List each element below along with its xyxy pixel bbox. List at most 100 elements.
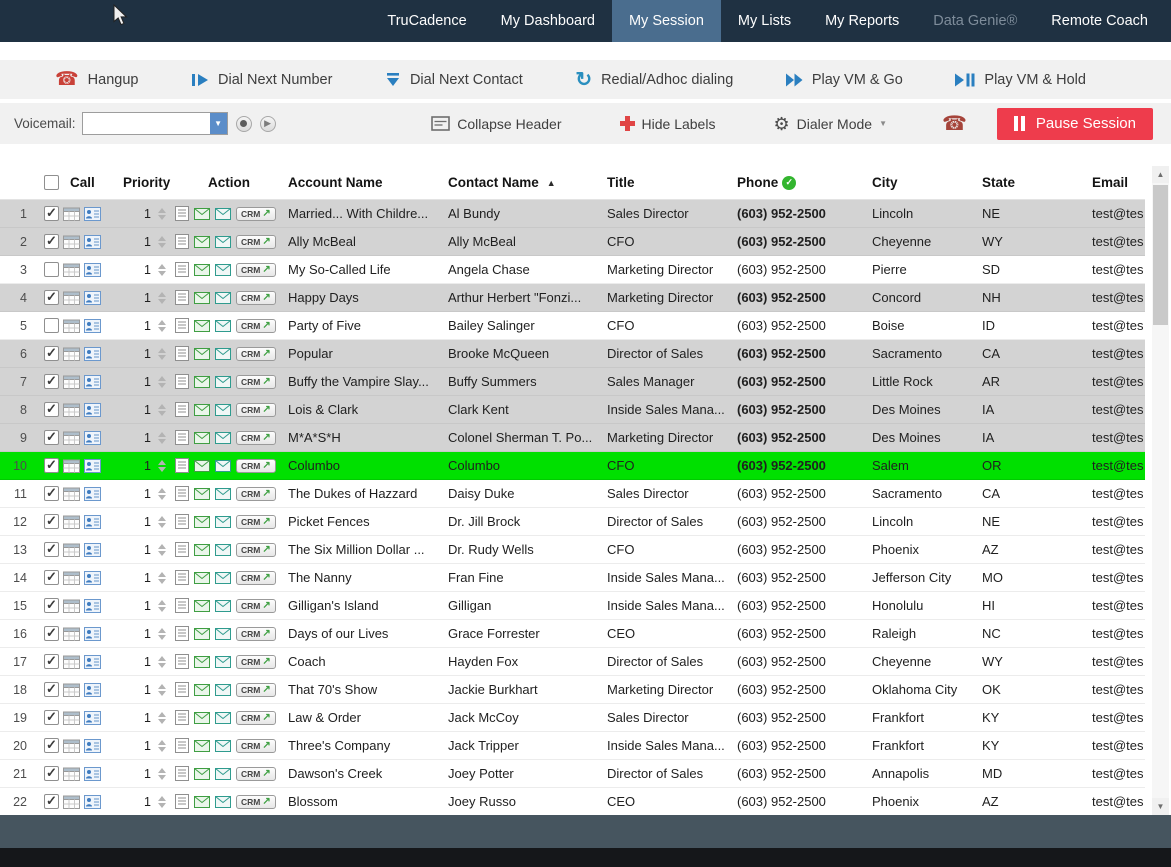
call-checkbox[interactable]: [44, 766, 59, 781]
envelope-icon[interactable]: [215, 348, 231, 360]
envelope-icon[interactable]: [215, 404, 231, 416]
table-row[interactable]: 22 1 CRM ↗: [0, 788, 1145, 815]
notes-icon[interactable]: [175, 430, 189, 445]
email-icon[interactable]: [194, 740, 210, 752]
table-row[interactable]: 8 1 CRM ↗: [0, 396, 1145, 424]
envelope-icon[interactable]: [215, 600, 231, 612]
email-icon[interactable]: [194, 684, 210, 696]
email-icon[interactable]: [194, 264, 210, 276]
email-icon[interactable]: [194, 292, 210, 304]
table-row[interactable]: 5 1 CRM ↗: [0, 312, 1145, 340]
call-checkbox[interactable]: [44, 710, 59, 725]
call-checkbox[interactable]: [44, 374, 59, 389]
contact-card-icon[interactable]: [84, 767, 101, 781]
scroll-up-button[interactable]: ▲: [1152, 166, 1169, 183]
dial-next-number-button[interactable]: Dial Next Number: [191, 72, 332, 88]
call-checkbox[interactable]: [44, 598, 59, 613]
notes-icon[interactable]: [175, 598, 189, 613]
notes-icon[interactable]: [175, 458, 189, 473]
notes-icon[interactable]: [175, 486, 189, 501]
crm-link[interactable]: CRM ↗: [236, 711, 276, 725]
priority-spinner[interactable]: [158, 740, 166, 752]
email-column-header[interactable]: Email: [1090, 175, 1143, 190]
crm-link[interactable]: CRM ↗: [236, 319, 276, 333]
priority-spinner[interactable]: [158, 656, 166, 668]
envelope-icon[interactable]: [215, 292, 231, 304]
phone-icon[interactable]: ☎: [942, 114, 967, 134]
call-checkbox[interactable]: [44, 626, 59, 641]
call-checkbox[interactable]: [44, 402, 59, 417]
crm-link[interactable]: CRM ↗: [236, 655, 276, 669]
call-checkbox[interactable]: [44, 290, 59, 305]
email-icon[interactable]: [194, 488, 210, 500]
notes-icon[interactable]: [175, 514, 189, 529]
call-header-label[interactable]: Call: [70, 175, 95, 190]
envelope-icon[interactable]: [215, 628, 231, 640]
crm-link[interactable]: CRM ↗: [236, 515, 276, 529]
table-row[interactable]: 15 1 CRM ↗: [0, 592, 1145, 620]
calendar-icon[interactable]: [63, 683, 80, 697]
call-checkbox[interactable]: [44, 794, 59, 809]
envelope-icon[interactable]: [215, 712, 231, 724]
record-voicemail-button[interactable]: [236, 116, 252, 132]
call-checkbox[interactable]: [44, 318, 59, 333]
title-column-header[interactable]: Title: [605, 175, 735, 190]
call-checkbox[interactable]: [44, 682, 59, 697]
priority-spinner[interactable]: [158, 488, 166, 500]
calendar-icon[interactable]: [63, 599, 80, 613]
envelope-icon[interactable]: [215, 264, 231, 276]
table-row[interactable]: 9 1 CRM ↗: [0, 424, 1145, 452]
notes-icon[interactable]: [175, 654, 189, 669]
nav-my-lists[interactable]: My Lists: [721, 0, 808, 42]
crm-link[interactable]: CRM ↗: [236, 571, 276, 585]
pause-session-button[interactable]: Pause Session: [997, 108, 1153, 140]
contact-card-icon[interactable]: [84, 655, 101, 669]
contact-card-icon[interactable]: [84, 571, 101, 585]
envelope-icon[interactable]: [215, 684, 231, 696]
envelope-icon[interactable]: [215, 656, 231, 668]
crm-link[interactable]: CRM ↗: [236, 459, 276, 473]
table-row[interactable]: 21 1 CRM ↗: [0, 760, 1145, 788]
calendar-icon[interactable]: [63, 767, 80, 781]
notes-icon[interactable]: [175, 402, 189, 417]
scroll-down-button[interactable]: ▼: [1152, 798, 1169, 815]
calendar-icon[interactable]: [63, 403, 80, 417]
table-row[interactable]: 4 1 CRM ↗: [0, 284, 1145, 312]
priority-spinner[interactable]: [158, 516, 166, 528]
contact-card-icon[interactable]: [84, 795, 101, 809]
crm-link[interactable]: CRM ↗: [236, 347, 276, 361]
email-icon[interactable]: [194, 628, 210, 640]
play-voicemail-button[interactable]: ▶: [260, 116, 276, 132]
crm-link[interactable]: CRM ↗: [236, 291, 276, 305]
crm-link[interactable]: CRM ↗: [236, 487, 276, 501]
contact-card-icon[interactable]: [84, 487, 101, 501]
calendar-icon[interactable]: [63, 739, 80, 753]
priority-spinner[interactable]: [158, 544, 166, 556]
envelope-icon[interactable]: [215, 460, 231, 472]
city-column-header[interactable]: City: [870, 175, 980, 190]
call-checkbox[interactable]: [44, 486, 59, 501]
table-row[interactable]: 6 1 CRM ↗: [0, 340, 1145, 368]
account-name-column-header[interactable]: Account Name: [286, 175, 446, 190]
contact-card-icon[interactable]: [84, 683, 101, 697]
crm-link[interactable]: CRM ↗: [236, 263, 276, 277]
table-row[interactable]: 16 1 CRM ↗: [0, 620, 1145, 648]
email-icon[interactable]: [194, 768, 210, 780]
table-row[interactable]: 14 1 CRM ↗: [0, 564, 1145, 592]
priority-spinner[interactable]: [158, 236, 166, 248]
email-icon[interactable]: [194, 712, 210, 724]
call-checkbox[interactable]: [44, 542, 59, 557]
notes-icon[interactable]: [175, 318, 189, 333]
state-column-header[interactable]: State: [980, 175, 1090, 190]
contact-card-icon[interactable]: [84, 627, 101, 641]
calendar-icon[interactable]: [63, 711, 80, 725]
contact-card-icon[interactable]: [84, 431, 101, 445]
envelope-icon[interactable]: [215, 320, 231, 332]
priority-spinner[interactable]: [158, 320, 166, 332]
crm-link[interactable]: CRM ↗: [236, 375, 276, 389]
notes-icon[interactable]: [175, 794, 189, 809]
email-icon[interactable]: [194, 796, 210, 808]
contact-card-icon[interactable]: [84, 739, 101, 753]
table-row[interactable]: 7 1 CRM ↗: [0, 368, 1145, 396]
crm-link[interactable]: CRM ↗: [236, 543, 276, 557]
